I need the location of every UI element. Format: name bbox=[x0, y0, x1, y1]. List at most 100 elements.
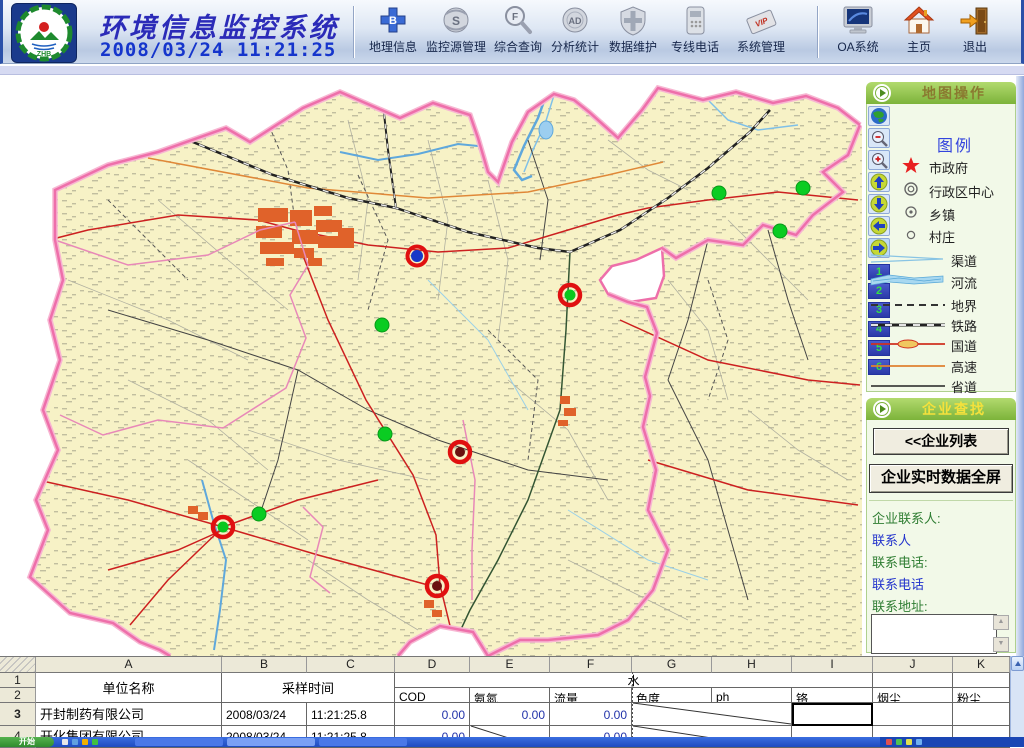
taskbar-window-button[interactable] bbox=[135, 738, 223, 746]
col-header[interactable]: H bbox=[712, 657, 792, 673]
col-header[interactable]: K bbox=[953, 657, 1010, 673]
toolbar-item-geo-info[interactable]: B 地理信息 bbox=[363, 4, 423, 62]
sample-time-cell[interactable]: 11:21:25.8 bbox=[307, 703, 395, 726]
svg-text:AD: AD bbox=[569, 16, 582, 26]
zoom-out-button[interactable] bbox=[868, 128, 890, 148]
monitor-point-green[interactable] bbox=[378, 427, 392, 441]
unit-name-header[interactable]: 单位名称 bbox=[36, 673, 222, 703]
tray-icon[interactable] bbox=[886, 739, 892, 745]
highway-symbol bbox=[869, 361, 947, 371]
full-extent-button[interactable] bbox=[868, 106, 890, 126]
system-tray[interactable] bbox=[880, 737, 1024, 747]
param-header[interactable]: 烟尘 bbox=[873, 688, 953, 703]
toolbar-item-data-maint[interactable]: 数据维护 bbox=[605, 4, 661, 62]
scroll-up-button[interactable]: ▲ bbox=[993, 615, 1009, 630]
phone-value: 联系电话 bbox=[872, 574, 924, 593]
realtime-fullscreen-button[interactable]: 企业实时数据全屏 bbox=[869, 464, 1013, 493]
taskbar-window-button[interactable] bbox=[319, 738, 407, 746]
grid-corner-cell[interactable] bbox=[0, 657, 36, 673]
toolbar-item-stats[interactable]: AD 分析统计 bbox=[547, 4, 603, 62]
param-header[interactable]: 色度 bbox=[632, 688, 712, 703]
grid-vscrollbar[interactable] bbox=[1010, 656, 1024, 747]
monitor-point-green[interactable] bbox=[375, 318, 389, 332]
toolbar-item-source-mgmt[interactable]: S 监控源管理 bbox=[423, 4, 489, 62]
toolbar-item-hotline[interactable]: 专线电话 bbox=[667, 4, 723, 62]
monitor-point-green[interactable] bbox=[796, 181, 810, 195]
vip-card-icon: VIP bbox=[744, 5, 778, 37]
tray-icon[interactable] bbox=[916, 739, 922, 745]
pan-left-button[interactable] bbox=[868, 216, 890, 236]
sample-date-cell[interactable]: 2008/03/24 bbox=[222, 703, 307, 726]
toolbar-item-sys-mgmt[interactable]: VIP 系统管理 bbox=[730, 4, 792, 62]
enterprise-search-body: <<企业列表 企业实时数据全屏 企业联系人: 联系人 联系电话: 联系电话 联系… bbox=[866, 420, 1016, 653]
monitor-point-green[interactable] bbox=[252, 507, 266, 521]
toolbar-item-home[interactable]: 主页 bbox=[896, 4, 942, 62]
cell[interactable] bbox=[873, 673, 953, 688]
contact-address-input[interactable] bbox=[871, 614, 997, 654]
row-header[interactable]: 1 bbox=[0, 673, 36, 688]
toolbar-label: 数据维护 bbox=[605, 38, 661, 55]
col-header[interactable]: F bbox=[550, 657, 632, 673]
cell[interactable] bbox=[873, 703, 953, 726]
map-operations-header[interactable]: 地图操作 bbox=[866, 82, 1016, 104]
cod-value-cell[interactable]: 0.00 bbox=[395, 703, 470, 726]
sample-time-header[interactable]: 采样时间 bbox=[222, 673, 395, 703]
toolbar-item-query[interactable]: F 综合查询 bbox=[490, 4, 546, 62]
col-header[interactable]: I bbox=[792, 657, 873, 673]
col-header[interactable]: J bbox=[873, 657, 953, 673]
col-header[interactable]: E bbox=[470, 657, 550, 673]
param-header[interactable]: COD bbox=[395, 688, 470, 703]
param-header[interactable]: 氨氮 bbox=[470, 688, 550, 703]
cell[interactable] bbox=[953, 673, 1010, 688]
col-header[interactable]: D bbox=[395, 657, 470, 673]
up-arrow-icon bbox=[1015, 661, 1021, 666]
quick-launch-icon[interactable] bbox=[72, 739, 78, 745]
railway-symbol bbox=[869, 320, 947, 330]
map-viewport[interactable] bbox=[8, 80, 862, 656]
enterprise-list-button[interactable]: <<企业列表 bbox=[873, 428, 1009, 455]
toolbar-label: 退出 bbox=[951, 38, 999, 55]
home-icon bbox=[903, 5, 935, 37]
nh3-value-cell[interactable]: 0.00 bbox=[470, 703, 550, 726]
source-mgmt-icon: S bbox=[441, 5, 471, 37]
col-header[interactable]: C bbox=[307, 657, 395, 673]
selected-cell[interactable] bbox=[792, 703, 873, 726]
scroll-down-button[interactable]: ▼ bbox=[993, 637, 1009, 652]
col-header[interactable]: B bbox=[222, 657, 307, 673]
taskbar-window-button[interactable] bbox=[227, 738, 315, 746]
flow-value-cell[interactable]: 0.00 bbox=[550, 703, 632, 726]
pan-up-button[interactable] bbox=[868, 172, 890, 192]
tray-icon[interactable] bbox=[896, 739, 902, 745]
enterprise-search-header[interactable]: 企业查找 bbox=[866, 398, 1016, 420]
cell[interactable] bbox=[953, 703, 1010, 726]
param-header[interactable]: 铬 bbox=[792, 688, 873, 703]
param-header[interactable]: ph bbox=[712, 688, 792, 703]
zoom-in-button[interactable] bbox=[868, 150, 890, 170]
toolbar-item-oa[interactable]: OA系统 bbox=[830, 4, 886, 62]
monitor-point-green[interactable] bbox=[712, 186, 726, 200]
row-header[interactable]: 2 bbox=[0, 688, 36, 703]
na-cell[interactable] bbox=[632, 703, 792, 726]
col-header[interactable]: G bbox=[632, 657, 712, 673]
legend-item-provincial-road: 省道 bbox=[869, 376, 1015, 397]
monitor-point-green[interactable] bbox=[773, 224, 787, 238]
map-operations-body: 1 2 3 4 5 6 图例 市政府 行政区中心 乡镇 村 bbox=[866, 104, 1016, 392]
water-group-header[interactable]: 水 bbox=[395, 673, 873, 688]
company-name-cell[interactable]: 开封制药有限公司 bbox=[36, 703, 222, 726]
quick-launch-icon[interactable] bbox=[82, 739, 88, 745]
param-header[interactable]: 粉尘 bbox=[953, 688, 1010, 703]
national-road-symbol bbox=[869, 338, 947, 350]
scroll-up-button[interactable] bbox=[1011, 656, 1024, 671]
quick-launch-icon[interactable] bbox=[62, 739, 68, 745]
windows-taskbar[interactable]: 开始 bbox=[0, 737, 1024, 747]
pan-down-button[interactable] bbox=[868, 194, 890, 214]
start-button[interactable]: 开始 bbox=[0, 737, 54, 747]
contact-label: 企业联系人: bbox=[872, 508, 941, 527]
quick-launch-icon[interactable] bbox=[92, 739, 98, 745]
monitor-icon bbox=[841, 5, 875, 37]
tray-icon[interactable] bbox=[906, 739, 912, 745]
toolbar-item-exit[interactable]: 退出 bbox=[951, 4, 999, 62]
col-header[interactable]: A bbox=[36, 657, 222, 673]
param-header[interactable]: 流量 bbox=[550, 688, 632, 703]
row-header[interactable]: 3 bbox=[0, 703, 36, 726]
